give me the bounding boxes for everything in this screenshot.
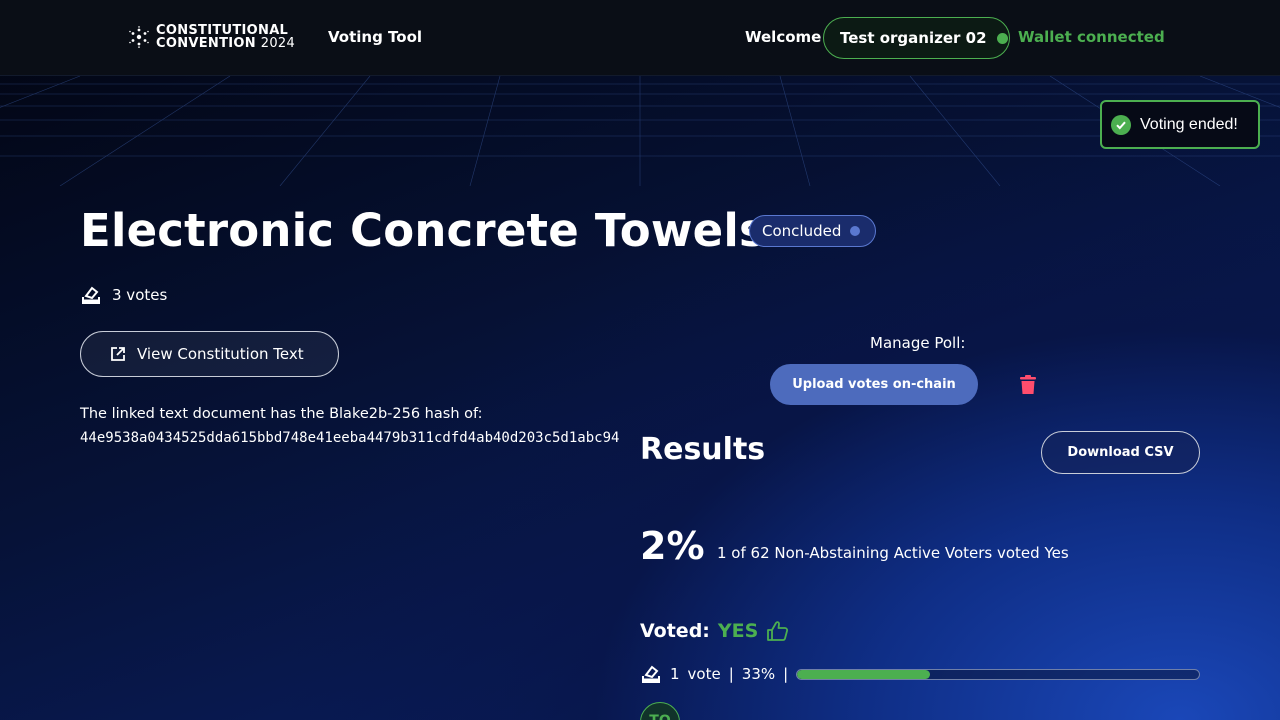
status-label: Concluded (762, 222, 842, 240)
welcome-text: Welcome (745, 28, 822, 46)
ballot-box-icon (82, 286, 100, 304)
votes-count-label: 3 votes (112, 286, 168, 304)
toast-message: Voting ended! (1140, 115, 1238, 133)
hash-info: The linked text document has the Blake2b… (80, 402, 640, 450)
voted-row: Voted: YES (640, 620, 790, 642)
progress-bar (796, 668, 1200, 680)
user-name: Test organizer 02 (840, 29, 987, 47)
thumbs-up-icon (767, 621, 789, 641)
logo[interactable]: CONSTITUTIONAL CONVENTION 2024 (128, 24, 295, 50)
ballot-box-icon (642, 665, 660, 683)
hash-label: The linked text document has the Blake2b… (80, 406, 483, 422)
vote-word: vote (687, 665, 721, 683)
download-csv-button[interactable]: Download CSV (1041, 431, 1200, 474)
cardano-logo-icon (129, 26, 149, 48)
view-constitution-label: View Constitution Text (137, 345, 304, 363)
voted-label: Voted: (640, 620, 710, 642)
poll-title: Electronic Concrete Towels (80, 204, 766, 257)
check-circle-icon (1111, 114, 1131, 135)
connected-dot-icon (996, 32, 1008, 44)
vote-progress-row: 1 vote | 33% | (640, 663, 1200, 685)
view-constitution-button[interactable]: View Constitution Text (80, 331, 339, 377)
manage-poll-label: Manage Poll: (870, 334, 966, 352)
votes-count: 3 votes (80, 284, 167, 306)
vote-percent: 33% (741, 665, 776, 683)
logo-line2: CONVENTION (156, 36, 256, 51)
yes-percent: 2% (640, 524, 705, 568)
delete-trash-icon[interactable] (1018, 374, 1038, 396)
status-badge: Concluded (749, 215, 876, 247)
results-summary: 1 of 62 Non-Abstaining Active Voters vot… (717, 544, 1069, 562)
grid-decoration (0, 76, 1280, 186)
top-header: CONSTITUTIONAL CONVENTION 2024 Voting To… (0, 0, 1280, 76)
results-title: Results (640, 432, 766, 467)
progress-bar-fill (797, 669, 930, 679)
separator: | (783, 665, 789, 683)
hash-value: 44e9538a0434525dda615bbd748e41eeba4479b3… (80, 430, 620, 446)
upload-votes-button[interactable]: Upload votes on-chain (770, 364, 978, 405)
nav-voting-tool[interactable]: Voting Tool (328, 28, 422, 46)
wallet-status: Wallet connected (1018, 28, 1165, 46)
external-link-icon (111, 347, 125, 361)
status-dot-icon (850, 226, 861, 236)
vote-count: 1 (670, 665, 680, 683)
logo-text: CONSTITUTIONAL CONVENTION 2024 (156, 24, 295, 50)
separator: | (728, 665, 734, 683)
logo-year: 2024 (260, 36, 296, 51)
voted-value: YES (717, 620, 759, 642)
toast-notification: Voting ended! (1100, 100, 1260, 149)
user-menu-button[interactable]: Test organizer 02 (823, 17, 1010, 59)
